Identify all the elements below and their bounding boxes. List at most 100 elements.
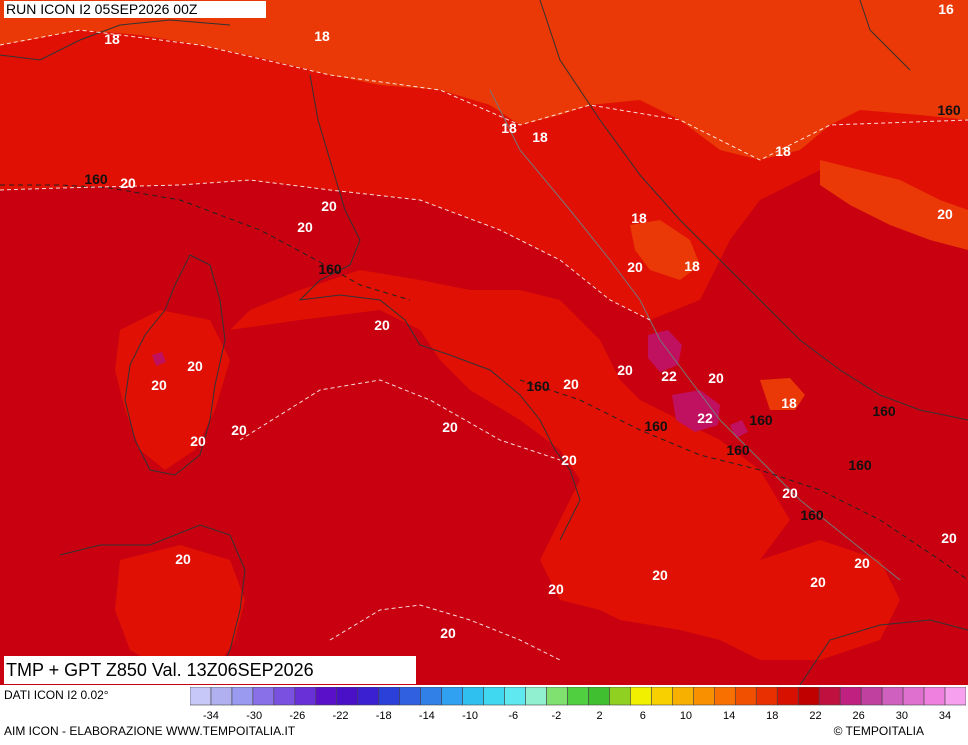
map-value-label: 20 (297, 219, 313, 235)
map-value-label: 20 (120, 175, 136, 191)
legend-swatch (273, 686, 296, 706)
map-value-label: 20 (617, 362, 633, 378)
map-value-label: 160 (848, 457, 872, 473)
legend-tick-label: 6 (640, 710, 646, 722)
legend-swatch (504, 686, 526, 706)
map-value-label: 20 (782, 485, 798, 501)
legend-tick-label: 14 (723, 710, 735, 722)
legend-swatch (588, 686, 610, 706)
map-value-label: 18 (684, 258, 700, 274)
map-value-label: 160 (318, 261, 342, 277)
map-value-label: 20 (854, 555, 870, 571)
map-value-label: 20 (708, 370, 724, 386)
legend-tick-label: -34 (203, 710, 219, 722)
legend-tick-label: 26 (853, 710, 865, 722)
map-value-label: 20 (151, 377, 167, 393)
map-value-label: 160 (937, 102, 961, 118)
legend-swatch (651, 686, 673, 706)
legend-swatch (546, 686, 568, 706)
map-value-label: 20 (187, 358, 203, 374)
run-title: RUN ICON I2 05SEP2026 00Z (4, 1, 266, 18)
legend-swatch (944, 686, 967, 706)
map-value-label: 160 (800, 507, 824, 523)
legend-tick-label: -14 (419, 710, 435, 722)
legend-swatch (860, 686, 883, 706)
legend-swatch (818, 686, 841, 706)
legend-tick-label: -26 (289, 710, 305, 722)
map-value-label: 160 (872, 403, 896, 419)
map-value-label: 22 (697, 410, 713, 426)
map-value-label: 20 (175, 551, 191, 567)
legend-swatch (252, 686, 275, 706)
map-value-label: 20 (374, 317, 390, 333)
map-value-label: 16 (938, 1, 954, 17)
legend-swatch (755, 686, 778, 706)
legend-tick-label: -10 (462, 710, 478, 722)
legend-swatch (336, 686, 359, 706)
map-value-label: 20 (652, 567, 668, 583)
legend-swatch (462, 686, 484, 706)
legend-tick-label: -30 (246, 710, 262, 722)
color-legend: -34 -30 -26 -22 -18 -14 -10 -6 -2 2 6 10 14 18 22 26 30 3… (189, 686, 967, 732)
map-value-label: 20 (442, 419, 458, 435)
legend-swatch (525, 686, 547, 706)
map-value-label: 20 (321, 198, 337, 214)
legend-tick-label: 10 (680, 710, 692, 722)
legend-swatch (923, 686, 946, 706)
map-value-label: 20 (440, 625, 456, 641)
map-value-label: 160 (84, 171, 108, 187)
main-title: TMP + GPT Z850 Val. 13Z06SEP2026 (4, 656, 416, 684)
legend-tick-label: -6 (508, 710, 518, 722)
legend-swatch (315, 686, 338, 706)
legend-swatch (672, 686, 694, 706)
legend-swatch (714, 686, 736, 706)
legend-swatch (902, 686, 925, 706)
legend-tick-label: -18 (376, 710, 392, 722)
map-value-label: 18 (775, 143, 791, 159)
legend-swatch (734, 686, 757, 706)
legend-swatch (231, 686, 254, 706)
map-value-label: 20 (190, 433, 206, 449)
data-source: DATI ICON I2 0.02° (4, 688, 109, 702)
legend-swatch (189, 686, 212, 706)
map-value-label: 20 (937, 206, 953, 222)
legend-swatch (420, 686, 442, 706)
legend-swatch (399, 686, 421, 706)
map-value-label: 18 (501, 120, 517, 136)
legend-swatch (630, 686, 652, 706)
map-value-label: 160 (644, 418, 668, 434)
map-value-label: 18 (532, 129, 548, 145)
map-value-label: 20 (941, 530, 957, 546)
legend-swatch (294, 686, 317, 706)
map-value-label: 20 (563, 376, 579, 392)
legend-swatch (839, 686, 862, 706)
map-value-label: 160 (749, 412, 773, 428)
map-value-label: 20 (810, 574, 826, 590)
legend-swatch (210, 686, 233, 706)
legend-swatch (881, 686, 904, 706)
map-value-label: 20 (627, 259, 643, 275)
temperature-map: 18 18 16 160 18 18 18 160 20 20 20 18 160 20 18 20 20 20 2… (0, 0, 968, 685)
legend-swatch (776, 686, 799, 706)
legend-swatch (378, 686, 401, 706)
legend-tick-label: 30 (896, 710, 908, 722)
legend-swatch (441, 686, 463, 706)
map-value-label: 160 (726, 442, 750, 458)
map-value-label: 20 (548, 581, 564, 597)
legend-tick-label: -22 (333, 710, 349, 722)
map-value-label: 160 (526, 378, 550, 394)
map-value-label: 18 (104, 31, 120, 47)
map-value-label: 20 (231, 422, 247, 438)
legend-tick-label: 22 (809, 710, 821, 722)
legend-swatch (567, 686, 589, 706)
legend-tick-label: 34 (939, 710, 951, 722)
legend-tick-label: -2 (552, 710, 562, 722)
map-value-label: 18 (314, 28, 330, 44)
legend-swatch (797, 686, 820, 706)
legend-tick-label: 2 (597, 710, 603, 722)
map-value-label: 18 (631, 210, 647, 226)
map-value-label: 22 (661, 368, 677, 384)
map-value-label: 20 (561, 452, 577, 468)
map-value-label: 18 (781, 395, 797, 411)
legend-tick-label: 18 (766, 710, 778, 722)
